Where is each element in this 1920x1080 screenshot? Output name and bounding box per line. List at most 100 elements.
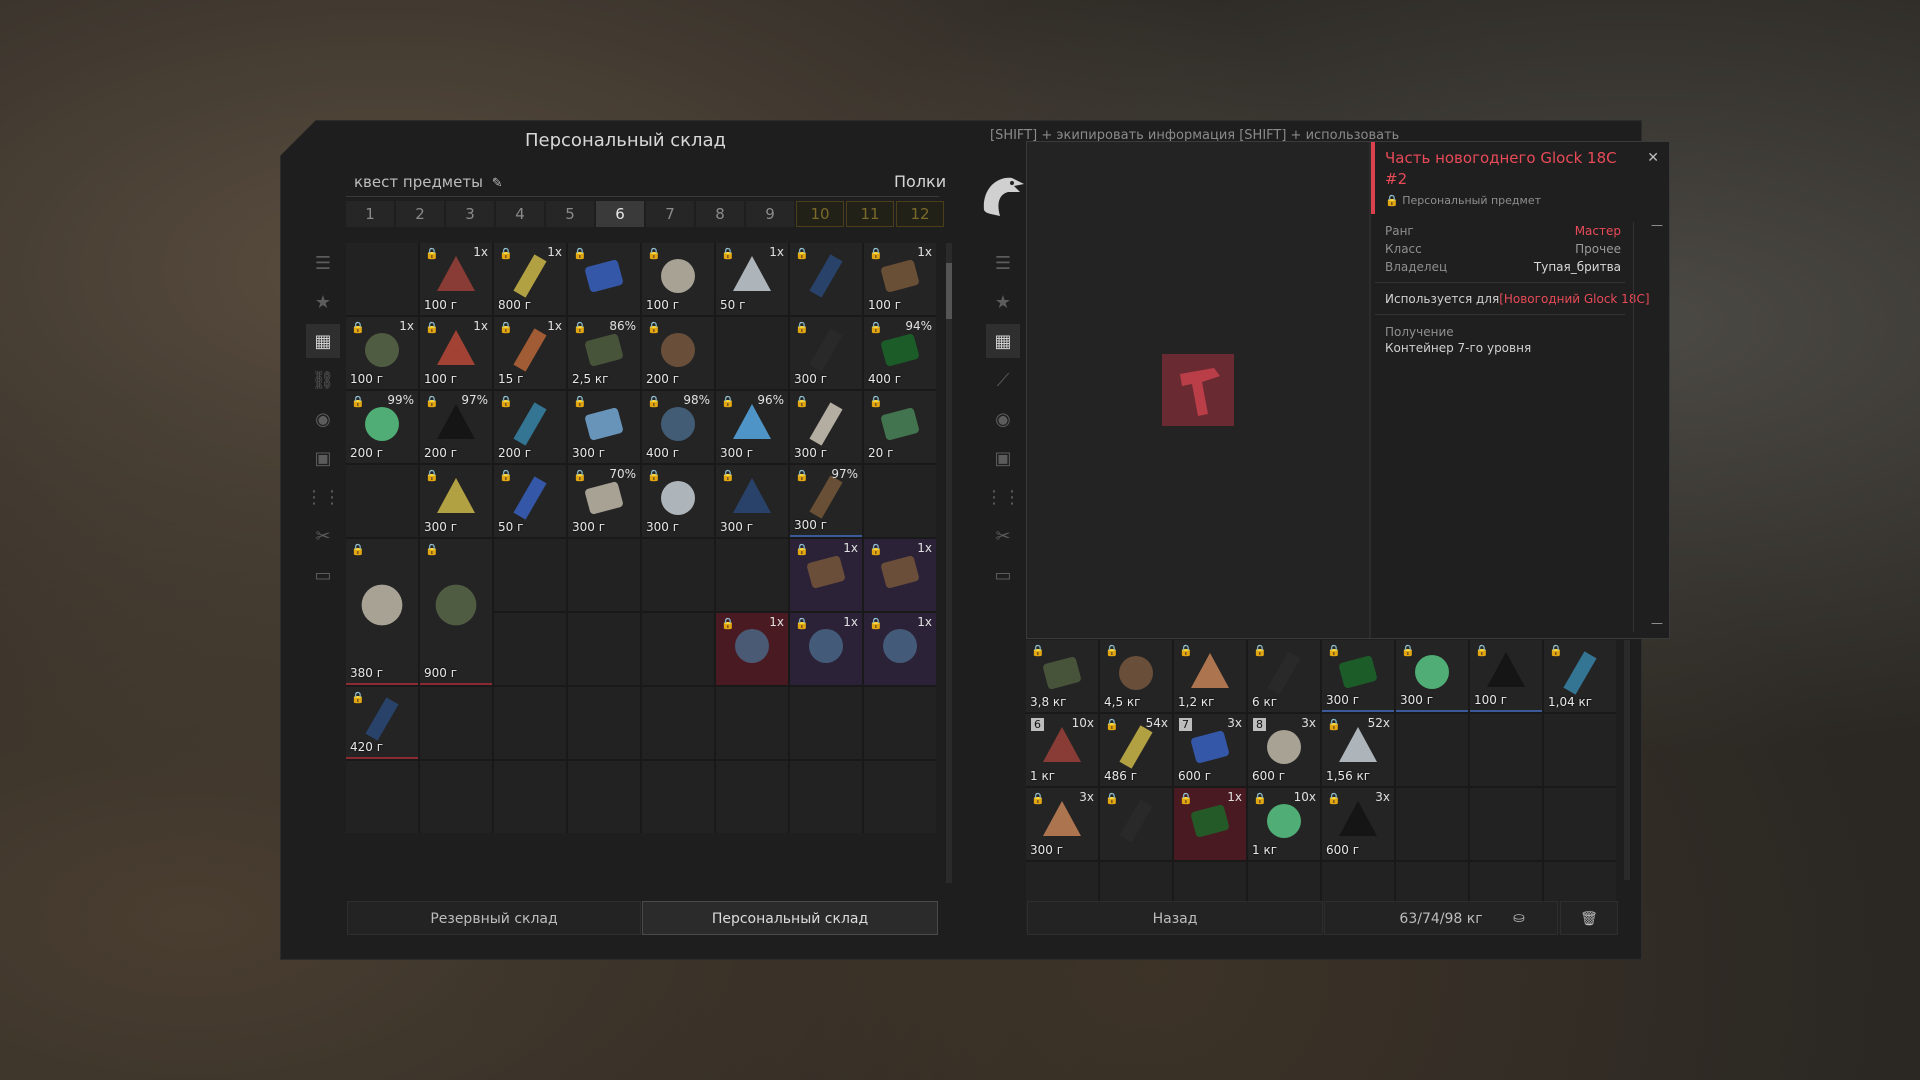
storage-slot[interactable]: 🔒 300 г [790, 391, 862, 463]
storage-slot[interactable] [790, 687, 862, 759]
storage-slot[interactable] [642, 761, 714, 833]
storage-slot[interactable] [642, 539, 714, 611]
scroll-up[interactable]: — [1651, 218, 1663, 232]
box-icon[interactable]: ▭ [306, 558, 340, 592]
storage-slot[interactable]: 🔒 50 г [494, 465, 566, 537]
storage-slot[interactable] [1544, 714, 1616, 786]
storage-slot[interactable]: 🔒 [790, 243, 862, 315]
storage-slot[interactable] [494, 761, 566, 833]
storage-slot[interactable] [346, 243, 418, 315]
storage-slot[interactable]: 🔒 3x 300 г [1026, 788, 1098, 860]
storage-slot[interactable]: 🔒 900 г [420, 539, 492, 685]
storage-slot[interactable]: 🔒 200 г [494, 391, 566, 463]
scroll-down[interactable]: — [1651, 616, 1663, 630]
tab-2[interactable]: 2 [396, 201, 444, 227]
storage-slot[interactable]: 🔒 1x 50 г [716, 243, 788, 315]
star-icon[interactable]: ★ [306, 285, 340, 319]
storage-slot[interactable] [1544, 788, 1616, 860]
tab-1[interactable]: 1 [346, 201, 394, 227]
storage-slot[interactable]: 🔒 3x 600 г [1322, 788, 1394, 860]
storage-slot[interactable]: 🔒 3,8 кг [1026, 640, 1098, 712]
storage-slot[interactable]: 🔒 300 г [420, 465, 492, 537]
storage-slot[interactable]: 🔒 1x 100 г [420, 243, 492, 315]
ammo-icon[interactable]: ⋮⋮ [985, 480, 1021, 514]
star-icon[interactable]: ★ [986, 285, 1020, 319]
storage-slot[interactable] [716, 317, 788, 389]
grid-icon[interactable]: ▦ [306, 324, 340, 358]
ammo-icon[interactable]: ⋮⋮ [305, 480, 341, 514]
storage-slot[interactable]: 🔒 6 кг [1248, 640, 1320, 712]
storage-slot[interactable]: 🔒 1x 100 г [420, 317, 492, 389]
storage-slot[interactable] [568, 761, 640, 833]
glock-part-slot[interactable]: 🔒 1x [790, 539, 862, 611]
storage-slot[interactable]: 🔒 86% 2,5 кг [568, 317, 640, 389]
storage-slot[interactable]: 🔒 96% 300 г [716, 391, 788, 463]
storage-slot[interactable] [568, 539, 640, 611]
storage-slot[interactable] [568, 613, 640, 685]
storage-slot[interactable] [642, 687, 714, 759]
rifle-icon[interactable]: ⟋ [986, 363, 1020, 397]
storage-slot[interactable]: 🔒 99% 200 г [346, 391, 418, 463]
storage-slot[interactable]: 🔒 54x 486 г [1100, 714, 1172, 786]
storage-slot[interactable] [642, 613, 714, 685]
link-icon[interactable]: ⛓ [306, 363, 340, 397]
storage-slot[interactable] [1470, 788, 1542, 860]
tab-5[interactable]: 5 [546, 201, 594, 227]
storage-slot[interactable]: 🔒 300 г [716, 465, 788, 537]
storage-slot[interactable] [1470, 714, 1542, 786]
storage-slot[interactable] [790, 761, 862, 833]
tab-10[interactable]: 10 [796, 201, 844, 227]
camera-icon[interactable]: ▣ [986, 441, 1020, 475]
storage-slot[interactable] [716, 687, 788, 759]
storage-slot[interactable]: 🔒 300 г [790, 317, 862, 389]
storage-slot[interactable]: 🔒 1,04 кг [1544, 640, 1616, 712]
glock-part-slot[interactable]: 🔒 1x [864, 539, 936, 611]
storage-slot[interactable]: 7 3x 600 г [1174, 714, 1246, 786]
storage-slot[interactable]: 🔒 [1100, 788, 1172, 860]
reserve-storage-button[interactable]: Резервный склад [347, 901, 641, 935]
back-button[interactable]: Назад [1027, 901, 1323, 935]
glock-part-slot[interactable]: 🔒 1x [716, 613, 788, 685]
storage-slot[interactable] [494, 539, 566, 611]
tab-11[interactable]: 11 [846, 201, 894, 227]
storage-slot[interactable] [716, 539, 788, 611]
tab-9[interactable]: 9 [746, 201, 794, 227]
storage-slot[interactable]: 🔒 1x 800 г [494, 243, 566, 315]
tab-12[interactable]: 12 [896, 201, 944, 227]
trash-button[interactable]: 🗑 [1560, 901, 1618, 935]
storage-slot[interactable]: 🔒 1,2 кг [1174, 640, 1246, 712]
storage-slot[interactable] [864, 761, 936, 833]
storage-slot[interactable]: 8 3x 600 г [1248, 714, 1320, 786]
tools-icon[interactable]: ✂ [306, 519, 340, 553]
list-icon[interactable]: ☰ [306, 246, 340, 280]
tab-8[interactable]: 8 [696, 201, 744, 227]
storage-slot[interactable] [1396, 714, 1468, 786]
storage-slot[interactable]: 🔒 420 г [346, 687, 418, 759]
close-icon[interactable]: ✕ [1647, 150, 1659, 166]
storage-slot[interactable]: 🔒 100 г [1470, 640, 1542, 712]
storage-slot[interactable] [494, 687, 566, 759]
list-icon[interactable]: ☰ [986, 246, 1020, 280]
storage-slot[interactable]: 🔒 300 г [568, 391, 640, 463]
sphere-icon[interactable]: ◉ [986, 402, 1020, 436]
storage-slot[interactable] [346, 761, 418, 833]
box-icon[interactable]: ▭ [986, 558, 1020, 592]
storage-slot[interactable]: 🔒 380 г [346, 539, 418, 685]
inventory-scrollbar[interactable] [1624, 640, 1630, 880]
storage-slot[interactable]: 🔒 1x 100 г [346, 317, 418, 389]
storage-slot[interactable]: 🔒 1x 15 г [494, 317, 566, 389]
storage-slot[interactable]: 🔒 1x [1174, 788, 1246, 860]
storage-slot[interactable]: 🔒 300 г [642, 465, 714, 537]
storage-slot[interactable]: 6 10x 1 кг [1026, 714, 1098, 786]
personal-storage-button[interactable]: Персональный склад [642, 901, 938, 935]
storage-slot[interactable]: 🔒 300 г [1322, 640, 1394, 712]
storage-slot[interactable]: 🔒 100 г [642, 243, 714, 315]
storage-slot[interactable]: 🔒 98% 400 г [642, 391, 714, 463]
glock-part-slot[interactable]: 🔒 1x [790, 613, 862, 685]
tab-3[interactable]: 3 [446, 201, 494, 227]
grid-icon[interactable]: ▦ [986, 324, 1020, 358]
edit-icon[interactable]: ✎ [492, 176, 503, 191]
storage-slot[interactable]: 🔒 70% 300 г [568, 465, 640, 537]
storage-slot[interactable]: 🔒 94% 400 г [864, 317, 936, 389]
storage-slot[interactable] [420, 761, 492, 833]
